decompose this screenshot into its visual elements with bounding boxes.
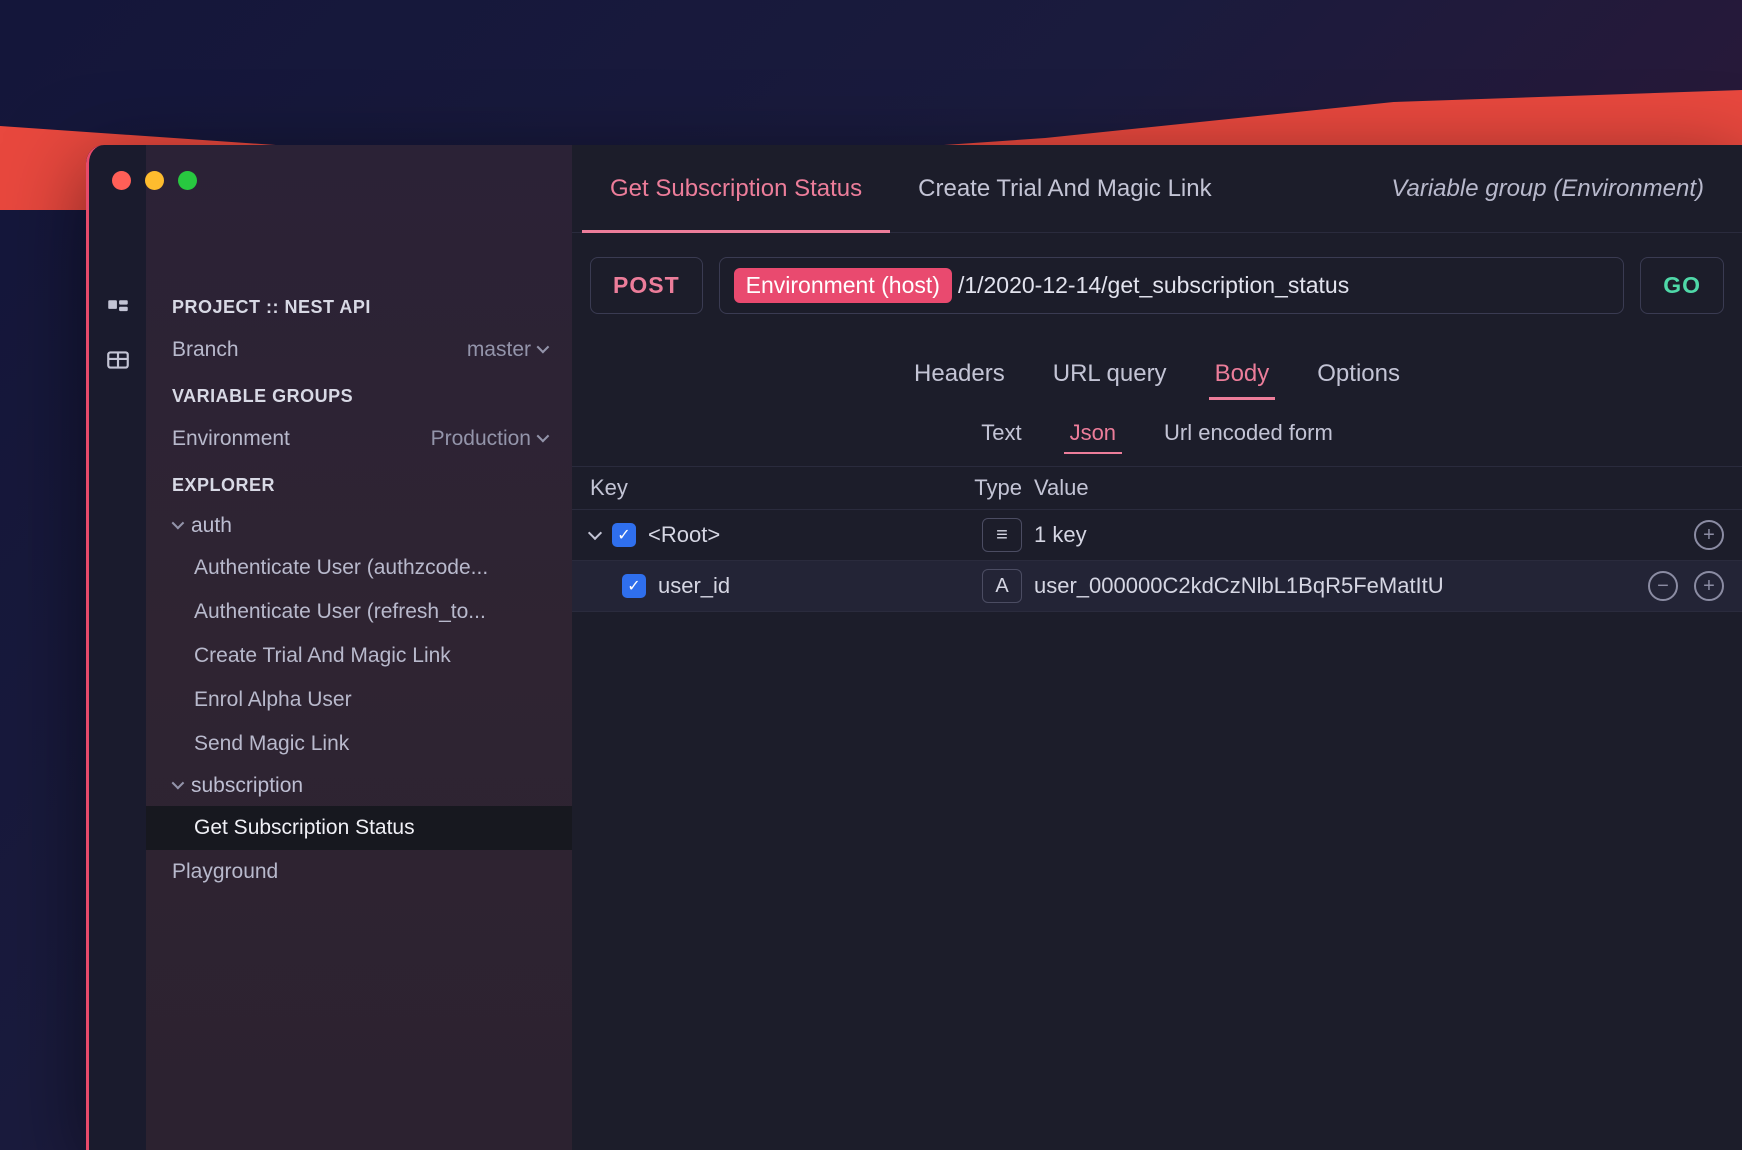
body-type-tabs: Text Json Url encoded form xyxy=(580,410,1734,466)
bodytype-urlencoded[interactable]: Url encoded form xyxy=(1162,416,1335,454)
request-subtabs: Headers URL query Body Options xyxy=(580,338,1734,410)
chevron-down-icon xyxy=(537,340,550,353)
tab-bar: Get Subscription Status Create Trial And… xyxy=(572,145,1742,233)
tree-item-selected[interactable]: Get Subscription Status xyxy=(146,806,572,850)
json-row[interactable]: ✓ user_id A user_000000C2kdCzNlbL1BqR5Fe… xyxy=(572,561,1742,612)
chevron-down-icon xyxy=(537,429,550,442)
environment-value: Production xyxy=(431,427,531,451)
checkbox-enabled[interactable]: ✓ xyxy=(622,574,646,598)
tree-group-subscription[interactable]: subscription xyxy=(146,766,572,806)
environment-host-pill: Environment (host) xyxy=(734,268,952,303)
tree-item[interactable]: Authenticate User (refresh_to... xyxy=(146,590,572,634)
tab-get-subscription-status[interactable]: Get Subscription Status xyxy=(582,145,890,232)
bodytype-json[interactable]: Json xyxy=(1068,416,1118,454)
checkbox-enabled[interactable]: ✓ xyxy=(612,523,636,547)
close-window-button[interactable] xyxy=(112,171,131,190)
tab-create-trial[interactable]: Create Trial And Magic Link xyxy=(890,145,1239,232)
left-icon-rail xyxy=(86,145,146,1150)
send-request-button[interactable]: GO xyxy=(1640,257,1724,314)
bodytype-text[interactable]: Text xyxy=(979,416,1023,454)
url-input[interactable]: Environment (host) /1/2020-12-14/get_sub… xyxy=(719,257,1625,314)
json-key: <Root> xyxy=(648,522,720,548)
col-key: Key xyxy=(590,475,930,501)
tree-item-playground[interactable]: Playground xyxy=(146,850,572,894)
type-object-icon[interactable]: ≡ xyxy=(982,518,1022,552)
tree-item[interactable]: Send Magic Link xyxy=(146,722,572,766)
project-title: PROJECT :: NEST API xyxy=(146,283,572,328)
variable-groups-title: VARIABLE GROUPS xyxy=(146,372,572,417)
json-value[interactable]: user_000000C2kdCzNlbL1BqR5FeMatItU xyxy=(1034,573,1612,599)
http-method-selector[interactable]: POST xyxy=(590,257,703,314)
tree-group-auth[interactable]: auth xyxy=(146,506,572,546)
table-icon[interactable] xyxy=(89,335,146,385)
subtab-options[interactable]: Options xyxy=(1315,356,1402,400)
chevron-down-icon xyxy=(172,776,185,789)
subtab-body[interactable]: Body xyxy=(1213,356,1272,400)
json-value: 1 key xyxy=(1034,522,1612,548)
tree-group-label: subscription xyxy=(191,774,303,798)
json-body-table: Key Type Value ✓ <Root> ≡ 1 key + xyxy=(572,466,1742,612)
project-icon[interactable] xyxy=(89,285,146,335)
branch-selector[interactable]: Branch master xyxy=(146,328,572,372)
maximize-window-button[interactable] xyxy=(178,171,197,190)
main-panel: Get Subscription Status Create Trial And… xyxy=(572,145,1742,1150)
environment-label: Environment xyxy=(172,427,290,451)
sidebar: PROJECT :: NEST API Branch master VARIAB… xyxy=(146,145,572,1150)
json-row-root[interactable]: ✓ <Root> ≡ 1 key + xyxy=(572,510,1742,561)
branch-label: Branch xyxy=(172,338,239,362)
tree-item[interactable]: Create Trial And Magic Link xyxy=(146,634,572,678)
minimize-window-button[interactable] xyxy=(145,171,164,190)
add-row-button[interactable]: + xyxy=(1694,520,1724,550)
subtab-url-query[interactable]: URL query xyxy=(1051,356,1169,400)
chevron-down-icon xyxy=(172,516,185,529)
subtab-headers[interactable]: Headers xyxy=(912,356,1007,400)
json-key: user_id xyxy=(658,573,730,599)
url-path: /1/2020-12-14/get_subscription_status xyxy=(958,272,1349,299)
json-table-header: Key Type Value xyxy=(572,467,1742,510)
col-type: Type xyxy=(942,475,1022,501)
request-bar: POST Environment (host) /1/2020-12-14/ge… xyxy=(572,233,1742,338)
branch-value: master xyxy=(467,338,531,362)
tab-variable-group[interactable]: Variable group (Environment) xyxy=(1363,145,1732,232)
type-string-icon[interactable]: A xyxy=(982,569,1022,603)
app-window: PROJECT :: NEST API Branch master VARIAB… xyxy=(86,145,1742,1150)
col-value: Value xyxy=(1034,475,1612,501)
window-controls[interactable] xyxy=(112,171,197,190)
tree-item[interactable]: Authenticate User (authzcode... xyxy=(146,546,572,590)
add-row-button[interactable]: + xyxy=(1694,571,1724,601)
environment-selector[interactable]: Environment Production xyxy=(146,417,572,461)
tree-item[interactable]: Enrol Alpha User xyxy=(146,678,572,722)
explorer-title: EXPLORER xyxy=(146,461,572,506)
remove-row-button[interactable]: − xyxy=(1648,571,1678,601)
tree-group-label: auth xyxy=(191,514,232,538)
expand-icon[interactable] xyxy=(588,526,602,540)
